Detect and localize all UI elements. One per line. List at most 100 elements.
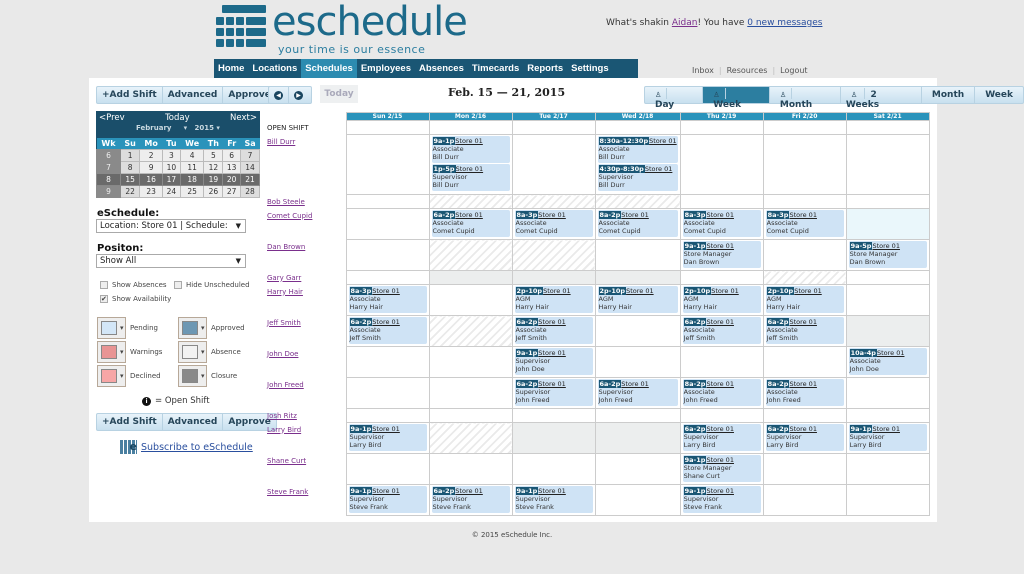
schedule-cell[interactable]: 6a-2pStore 01 Associate Comet Cupid [428,208,513,240]
schedule-cell[interactable] [594,239,681,271]
shift-block[interactable]: 6a-2pStore 01 Associate Comet Cupid [431,210,510,237]
employee-link[interactable]: Jeff Smith [267,319,301,327]
nav-schedules[interactable]: Schedules [301,59,357,78]
employee-link[interactable]: Gary Garr [267,274,301,282]
shift-block[interactable]: 2p-10pStore 01 AGM Harry Hair [765,286,844,313]
schedule-cell[interactable] [594,422,681,454]
employee-link[interactable]: Steve Frank [267,488,308,496]
cal-day[interactable]: 17 [162,172,181,186]
shift-location-link[interactable]: Store 01 [706,318,734,326]
schedule-cell[interactable] [428,315,513,347]
open-shift-cell[interactable] [511,120,596,135]
nav-employees[interactable]: Employees [357,59,415,78]
nav-absences[interactable]: Absences [415,59,468,78]
schedule-cell[interactable] [428,239,513,271]
cal-day[interactable]: 12 [203,160,224,174]
shift-block[interactable]: 9a-1pStore 01 Supervisor Larry Bird [348,424,427,451]
schedule-cell[interactable] [345,408,430,423]
employee-link[interactable]: Larry Bird [267,426,301,434]
schedule-cell[interactable]: 9a-5pStore 01 Store Manager Dan Brown [845,239,930,271]
cal-day[interactable]: 2 [139,148,164,162]
shift-location-link[interactable]: Store 01 [706,456,734,464]
schedule-cell[interactable] [594,315,681,347]
shift-location-link[interactable]: Store 01 [372,487,400,495]
shift-block[interactable]: 9a-1pStore 01 Store Manager Shane Curt [682,455,761,482]
color-picker[interactable]: ▾ [178,317,207,339]
schedule-cell[interactable]: 8a-3pStore 01 Associate Comet Cupid [511,208,596,240]
cal-day[interactable]: 6 [222,148,242,162]
schedule-cell[interactable] [679,408,764,423]
shift-location-link[interactable]: Store 01 [543,287,571,295]
shift-location-link[interactable]: Store 01 [621,211,649,219]
shift-block[interactable]: 8a-3pStore 01 Associate Comet Cupid [682,210,761,237]
shift-location-link[interactable]: Store 01 [789,318,817,326]
color-picker[interactable]: ▾ [178,365,207,387]
shift-block[interactable]: 6a-2pStore 01 Supervisor John Freed [514,379,593,406]
cal-day[interactable]: 22 [119,184,141,198]
link-resources[interactable]: Resources [727,66,768,75]
schedule-cell[interactable]: 8a-3pStore 01 Associate Comet Cupid [762,208,847,240]
schedule-cell[interactable] [762,134,847,195]
cal-day[interactable]: 13 [222,160,242,174]
add-shift-button[interactable]: +Add Shift [97,414,163,430]
shift-block[interactable]: 6a-2pStore 01 Supervisor Larry Bird [765,424,844,451]
schedule-cell[interactable] [762,346,847,378]
cal-day[interactable]: 7 [240,148,260,162]
schedule-cell[interactable]: 6a-2pStore 01 Supervisor Steve Frank [428,484,513,516]
position-select[interactable]: Show All ▼ [96,254,246,268]
schedule-cell[interactable] [345,377,430,409]
shift-location-link[interactable]: Store 01 [872,242,900,250]
shift-location-link[interactable]: Store 01 [706,487,734,495]
cal-today-link[interactable]: Today [165,113,190,123]
schedule-cell[interactable] [845,270,930,285]
shift-block[interactable]: 2p-10pStore 01 AGM Harry Hair [682,286,761,313]
shift-location-link[interactable]: Store 01 [372,287,400,295]
schedule-cell[interactable] [845,194,930,209]
schedule-cell[interactable]: 9a-1pStore 01 Store Manager Shane Curt [679,453,764,485]
cal-day[interactable]: 8 [119,160,141,174]
schedule-cell[interactable]: 6a-2pStore 01 Associate Jeff Smith [345,315,430,347]
schedule-cell[interactable] [762,239,847,271]
shift-location-link[interactable]: Store 01 [455,487,483,495]
schedule-cell[interactable] [428,408,513,423]
color-picker[interactable]: ▾ [97,341,126,363]
shift-block[interactable]: 6a-2pStore 01 Associate Jeff Smith [765,317,844,344]
shift-block[interactable]: 6a-2pStore 01 Associate Jeff Smith [348,317,427,344]
shift-location-link[interactable]: Store 01 [538,318,566,326]
year-select[interactable]: 2015 ▾ [195,124,220,132]
schedule-cell[interactable]: 6a-2pStore 01 Supervisor John Freed [594,377,681,409]
cal-day[interactable]: 15 [119,172,141,186]
open-shift-cell[interactable] [428,120,513,135]
cal-day[interactable]: 19 [203,172,224,186]
cal-day[interactable]: 5 [203,148,224,162]
logo[interactable]: eschedule your time is our essence [216,0,468,56]
shift-block[interactable]: 9a-5pStore 01 Store Manager Dan Brown [848,241,927,268]
cal-day[interactable]: 4 [179,148,205,162]
schedule-cell[interactable] [511,270,596,285]
schedule-cell[interactable] [428,453,513,485]
cal-day[interactable]: 21 [240,172,260,186]
shift-block[interactable]: 9a-1pStore 01 Supervisor Steve Frank [348,486,427,513]
schedule-cell[interactable] [345,239,430,271]
view-month-staff[interactable]: ♙ Month [770,87,841,110]
shift-location-link[interactable]: Store 01 [455,211,483,219]
schedule-cell[interactable]: 6a-2pStore 01 Supervisor John Freed [511,377,596,409]
open-shift-cell[interactable] [845,120,930,135]
prev-week-button[interactable]: ◀ [269,87,289,103]
shift-location-link[interactable]: Store 01 [711,287,739,295]
schedule-cell[interactable] [594,453,681,485]
shift-block[interactable]: 4:30p-8:30pStore 01 Supervisor Bill Durr [597,164,678,191]
employee-link[interactable]: John Freed [267,381,304,389]
schedule-cell[interactable] [762,408,847,423]
schedule-cell[interactable] [511,194,596,209]
schedule-cell[interactable]: 9a-1pStore 01 Associate Bill Durr 1p-5pStor… [428,134,513,195]
schedule-cell[interactable]: 9a-1pStore 01 Supervisor Larry Bird [845,422,930,454]
schedule-cell[interactable]: 8a-3pStore 01 Associate Comet Cupid [679,208,764,240]
schedule-cell[interactable]: 9a-1pStore 01 Supervisor Steve Frank [511,484,596,516]
schedule-cell[interactable] [345,270,430,285]
schedule-cell[interactable] [428,422,513,454]
shift-block[interactable]: 2p-10pStore 01 AGM Harry Hair [514,286,593,313]
schedule-cell[interactable] [762,270,847,285]
schedule-cell[interactable]: 8a-2pStore 01 Associate John Freed [679,377,764,409]
shift-block[interactable]: 9a-1pStore 01 Store Manager Dan Brown [682,241,761,268]
